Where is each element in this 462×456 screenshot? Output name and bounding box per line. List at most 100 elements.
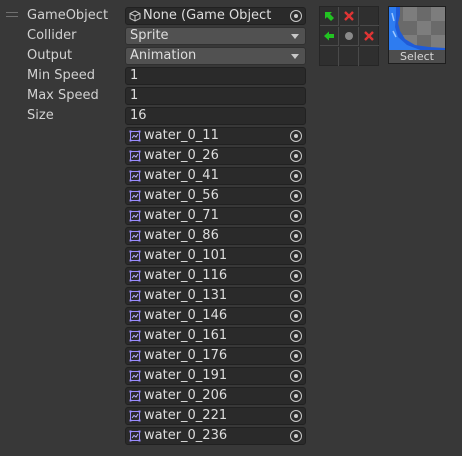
sprite-icon	[129, 290, 141, 302]
sprite-list-item: water_0_11	[0, 126, 310, 146]
sprite-field[interactable]: water_0_11	[125, 127, 306, 145]
object-picker-icon[interactable]	[290, 310, 302, 322]
rule-cell[interactable]	[320, 47, 339, 66]
sprite-name: water_0_191	[144, 368, 228, 383]
collider-label: Collider	[27, 28, 77, 43]
object-picker-icon[interactable]	[290, 130, 302, 142]
sprite-icon	[129, 390, 141, 402]
object-picker-icon[interactable]	[290, 370, 302, 382]
sprite-list-item: water_0_131	[0, 286, 310, 306]
sprite-field[interactable]: water_0_146	[125, 307, 306, 325]
sprite-field[interactable]: water_0_26	[125, 147, 306, 165]
object-picker-icon[interactable]	[290, 270, 302, 282]
rule-cell[interactable]	[340, 47, 359, 66]
sprite-icon	[129, 330, 141, 342]
object-picker-icon[interactable]	[290, 410, 302, 422]
sprite-icon	[129, 170, 141, 182]
rule-cell[interactable]	[340, 7, 359, 26]
sprite-list-item: water_0_71	[0, 206, 310, 226]
sprite-list-item: water_0_26	[0, 146, 310, 166]
rule-cell[interactable]	[320, 7, 339, 26]
chevron-down-icon	[291, 54, 299, 59]
sprite-field[interactable]: water_0_41	[125, 167, 306, 185]
object-picker-icon[interactable]	[290, 390, 302, 402]
center-dot-icon	[345, 32, 353, 40]
cube-icon	[129, 10, 141, 22]
sprite-list-item: water_0_206	[0, 386, 310, 406]
rule-cell[interactable]	[320, 27, 339, 46]
sprite-list-item: water_0_56	[0, 186, 310, 206]
sprite-name: water_0_56	[144, 188, 219, 203]
output-dropdown[interactable]: Animation	[125, 47, 306, 65]
rule-cell[interactable]	[360, 47, 379, 66]
object-picker-icon[interactable]	[290, 10, 302, 22]
sprite-field[interactable]: water_0_116	[125, 267, 306, 285]
max-speed-row: Max Speed 1	[0, 86, 310, 106]
object-picker-icon[interactable]	[290, 170, 302, 182]
rule-cell[interactable]	[360, 27, 379, 46]
object-picker-icon[interactable]	[290, 250, 302, 262]
select-button[interactable]: Select	[389, 50, 445, 63]
gameobject-row: GameObject None (Game Object	[0, 6, 310, 26]
sprite-icon	[129, 250, 141, 262]
sprite-list-item: water_0_86	[0, 226, 310, 246]
gameobject-value: None (Game Object	[143, 8, 272, 23]
sprite-icon	[129, 230, 141, 242]
x-icon	[364, 31, 374, 41]
object-picker-icon[interactable]	[290, 230, 302, 242]
collider-dropdown[interactable]: Sprite	[125, 27, 306, 45]
sprite-field[interactable]: water_0_161	[125, 327, 306, 345]
gameobject-field[interactable]: None (Game Object	[125, 7, 306, 25]
max-speed-input[interactable]: 1	[125, 87, 306, 105]
tiling-rule-grid[interactable]	[319, 6, 379, 66]
sprite-list-item: water_0_101	[0, 246, 310, 266]
sprite-icon	[129, 270, 141, 282]
sprite-list-item: water_0_176	[0, 346, 310, 366]
sprite-list-item: water_0_221	[0, 406, 310, 426]
sprite-name: water_0_101	[144, 248, 228, 263]
sprite-name: water_0_176	[144, 348, 228, 363]
sprite-name: water_0_131	[144, 288, 228, 303]
size-row: Size 16	[0, 106, 310, 126]
object-picker-icon[interactable]	[290, 210, 302, 222]
object-picker-icon[interactable]	[290, 150, 302, 162]
object-picker-icon[interactable]	[290, 190, 302, 202]
output-value: Animation	[130, 48, 197, 63]
object-picker-icon[interactable]	[290, 430, 302, 442]
sprite-field[interactable]: water_0_71	[125, 207, 306, 225]
sprite-field[interactable]: water_0_221	[125, 407, 306, 425]
sprite-list-item: water_0_146	[0, 306, 310, 326]
max-speed-label: Max Speed	[27, 88, 99, 103]
gameobject-label: GameObject	[27, 8, 109, 23]
min-speed-row: Min Speed 1	[0, 66, 310, 86]
object-picker-icon[interactable]	[290, 350, 302, 362]
object-picker-icon[interactable]	[290, 290, 302, 302]
sprite-name: water_0_26	[144, 148, 219, 163]
sprite-list-item: water_0_191	[0, 366, 310, 386]
sprite-icon	[129, 370, 141, 382]
chevron-down-icon	[291, 34, 299, 39]
arrow-left-icon	[324, 31, 334, 41]
sprite-field[interactable]: water_0_191	[125, 367, 306, 385]
sprite-icon	[129, 190, 141, 202]
x-icon	[344, 11, 354, 21]
sprite-field[interactable]: water_0_176	[125, 347, 306, 365]
sprite-list-item: water_0_236	[0, 426, 310, 446]
rule-cell[interactable]	[360, 7, 379, 26]
sprite-field[interactable]: water_0_86	[125, 227, 306, 245]
min-speed-label: Min Speed	[27, 68, 95, 83]
rule-cell-center	[340, 27, 359, 46]
object-picker-icon[interactable]	[290, 330, 302, 342]
sprite-name: water_0_206	[144, 388, 228, 403]
sprite-name: water_0_11	[144, 128, 219, 143]
sprite-field[interactable]: water_0_236	[125, 427, 306, 445]
sprite-field[interactable]: water_0_56	[125, 187, 306, 205]
sprite-field[interactable]: water_0_131	[125, 287, 306, 305]
sprite-field[interactable]: water_0_101	[125, 247, 306, 265]
min-speed-input[interactable]: 1	[125, 67, 306, 85]
sprite-name: water_0_221	[144, 408, 228, 423]
size-input[interactable]: 16	[125, 107, 306, 125]
sprite-name: water_0_86	[144, 228, 219, 243]
sprite-preview[interactable]: Select	[388, 6, 446, 64]
sprite-field[interactable]: water_0_206	[125, 387, 306, 405]
